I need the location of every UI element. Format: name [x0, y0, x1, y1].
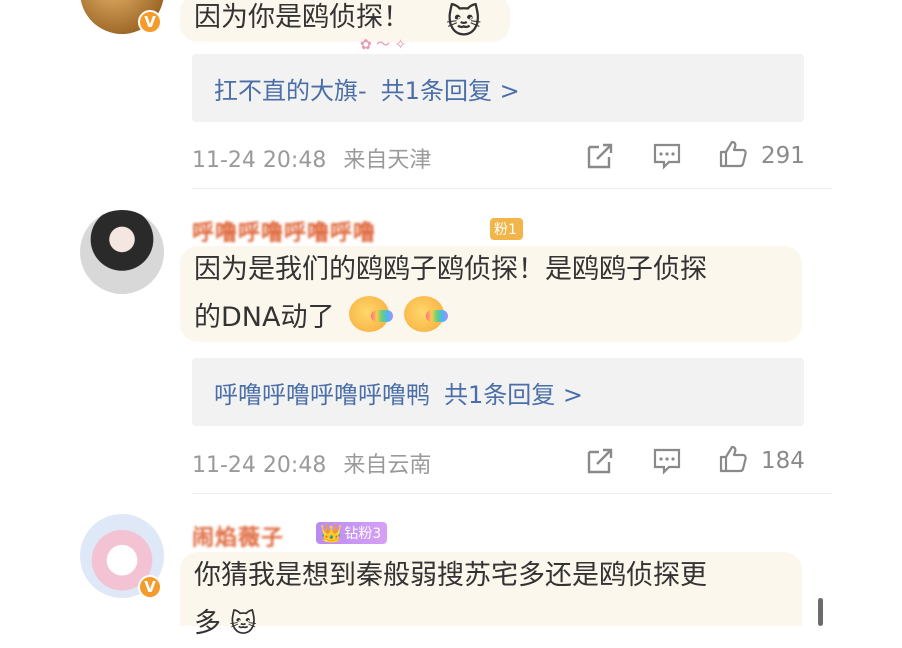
- rainbow-vomit-emoji-icon: [403, 296, 448, 332]
- divider: [192, 493, 832, 494]
- fan-badge-label: 钻粉3: [344, 526, 382, 542]
- comment-location: 来自天津: [343, 148, 432, 173]
- comment-bubble: 因为是我们的鸥鸥子鸥侦探！是鸥鸥子侦探 的DNA动了: [180, 246, 802, 342]
- comment-text: 因为你是鸥侦探！: [194, 2, 410, 33]
- comment-text-line-1: 你猜我是想到秦般弱搜苏宅多还是鸥侦探更: [194, 560, 707, 591]
- cat-sticker-icon: 🐱: [446, 2, 482, 42]
- comment-text-line-2: 多 🐱: [194, 600, 788, 648]
- username[interactable]: 呼噜呼噜呼噜呼噜: [192, 215, 376, 247]
- fan-badge: 👑 钻粉3: [316, 522, 388, 544]
- fan-badge: 粉1: [490, 218, 523, 240]
- verified-icon: V: [138, 10, 162, 34]
- like-icon[interactable]: [718, 139, 748, 169]
- reply-count-link[interactable]: 共1条回复 >: [381, 71, 520, 106]
- comment-icon[interactable]: [652, 446, 682, 476]
- avatar[interactable]: [80, 210, 164, 294]
- cat-sticker-icon: 🐱: [229, 609, 257, 639]
- comment-text-line-2: 的DNA动了: [194, 294, 788, 342]
- replies-preview[interactable]: 呼噜呼噜呼噜呼噜鸭 共1条回复 >: [192, 358, 804, 426]
- comment-meta: 11-24 20:48 来自云南: [192, 447, 431, 479]
- comment-time: 11-24 20:48: [192, 148, 327, 173]
- replies-preview[interactable]: 扛不直的大旗- 共1条回复 >: [192, 54, 804, 122]
- fan-badge-label: 粉1: [494, 222, 517, 238]
- reply-author[interactable]: 扛不直的大旗-: [214, 71, 367, 106]
- comment-text-line-2-text: 多: [194, 608, 221, 639]
- comment-meta: 11-24 20:48 来自天津: [192, 142, 431, 174]
- like-count: 184: [761, 448, 805, 474]
- comment-time: 11-24 20:48: [192, 453, 327, 478]
- scrollbar[interactable]: [818, 598, 823, 626]
- username[interactable]: 闹焰薇子: [192, 520, 284, 552]
- reply-author[interactable]: 呼噜呼噜呼噜呼噜鸭: [214, 375, 430, 410]
- rainbow-vomit-emoji-icon: [349, 296, 394, 332]
- flower-decoration-icon: ✿ ～ ✧: [360, 37, 407, 53]
- share-icon[interactable]: [585, 141, 615, 171]
- comment-icon[interactable]: [652, 141, 682, 171]
- like-count: 291: [761, 143, 805, 169]
- verified-icon: V: [138, 575, 162, 599]
- comment-bubble: 你猜我是想到秦般弱搜苏宅多还是鸥侦探更 多 🐱: [180, 552, 802, 639]
- comment-text-line-2-text: 的DNA动了: [194, 302, 335, 333]
- share-icon[interactable]: [585, 446, 615, 476]
- crown-icon: 👑: [320, 522, 343, 544]
- reply-count-link[interactable]: 共1条回复 >: [444, 375, 583, 410]
- like-icon[interactable]: [718, 444, 748, 474]
- comment-text-line-1: 因为是我们的鸥鸥子鸥侦探！是鸥鸥子侦探: [194, 254, 707, 285]
- comment-location: 来自云南: [343, 453, 432, 478]
- divider: [192, 188, 832, 189]
